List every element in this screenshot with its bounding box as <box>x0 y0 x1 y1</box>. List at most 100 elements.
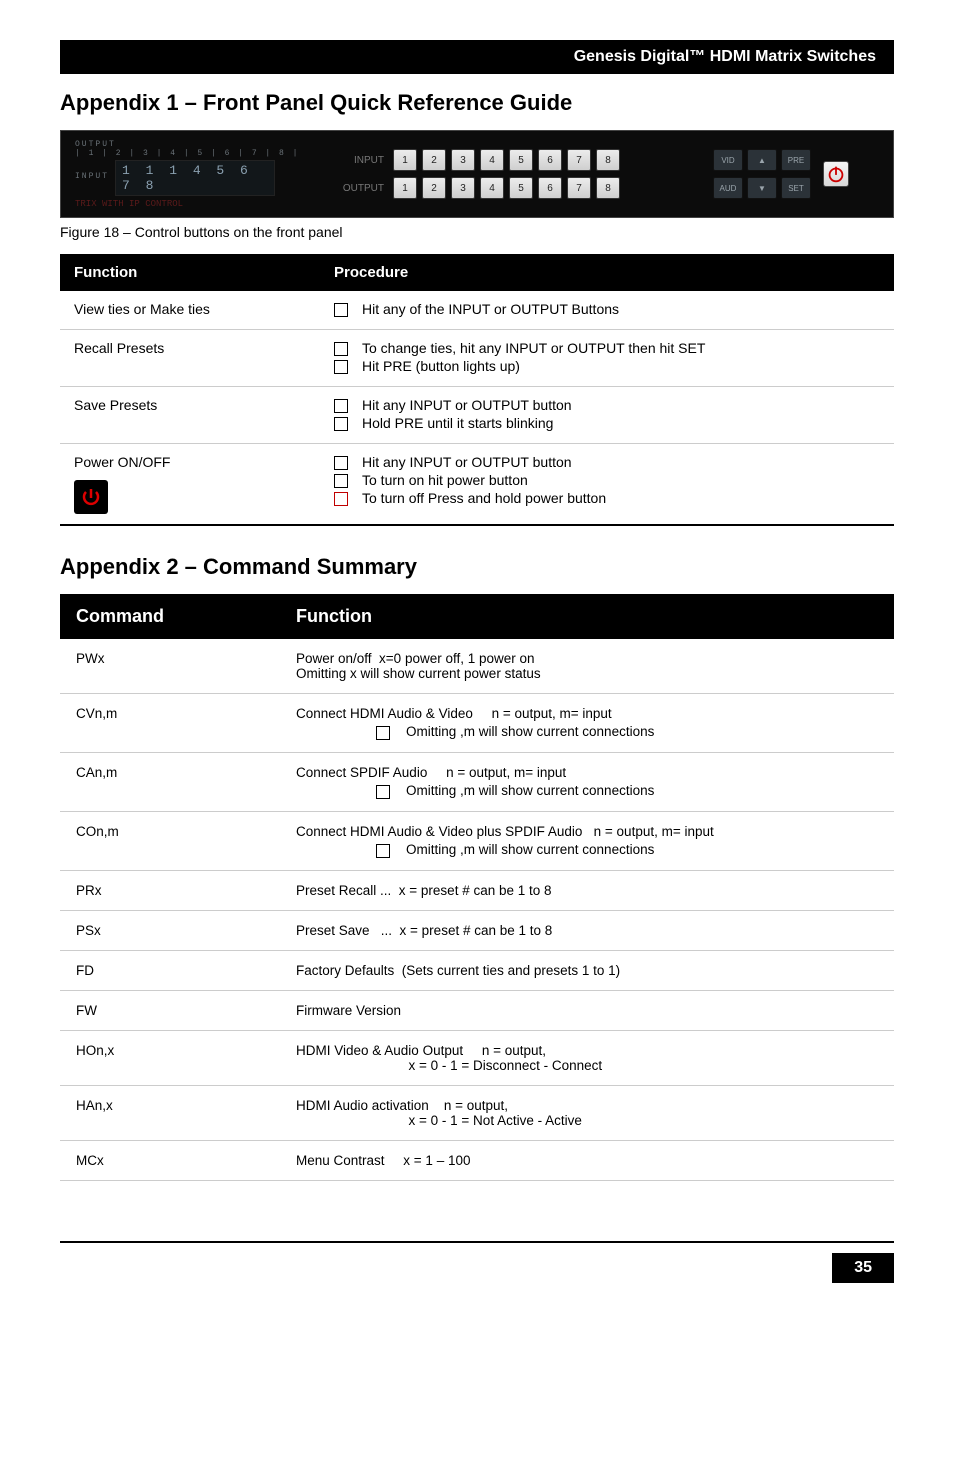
bullet-text: Hold PRE until it starts blinking <box>362 415 553 431</box>
checkbox-icon <box>334 342 348 356</box>
appendix2-title: Appendix 2 – Command Summary <box>60 554 894 580</box>
set-btn: SET <box>781 177 811 199</box>
bullet-text: To turn off Press and hold power button <box>362 490 606 506</box>
cmd-line: x = 0 - 1 = Not Active - Active <box>296 1113 878 1128</box>
cmd-name: FD <box>60 951 280 991</box>
cmd-line: HDMI Audio activation n = output, <box>296 1098 878 1113</box>
checkbox-icon <box>334 474 348 488</box>
func-row-proc: To change ties, hit any INPUT or OUTPUT … <box>320 330 894 387</box>
cmd-line: x = 0 - 1 = Disconnect - Connect <box>296 1058 878 1073</box>
func-row-label: Power ON/OFF <box>60 444 320 526</box>
checkbox-icon <box>376 726 390 740</box>
cmd-desc: Connect HDMI Audio & Video plus SPDIF Au… <box>280 812 894 871</box>
cmd-line: Firmware Version <box>296 1003 878 1018</box>
checkbox-icon <box>376 785 390 799</box>
panel-input-label: INPUT <box>75 172 109 181</box>
appendix1-title: Appendix 1 – Front Panel Quick Reference… <box>60 90 894 116</box>
panel-input-btn: 6 <box>538 149 562 171</box>
panel-input-btn: 8 <box>596 149 620 171</box>
panel-output-row: OUTPUT 1 2 3 4 5 6 7 8 <box>336 177 713 199</box>
panel-nav-area: VID ▲ PRE AUD ▼ SET <box>713 131 893 217</box>
power-icon <box>825 163 847 185</box>
cmd-name: MCx <box>60 1141 280 1181</box>
panel-output-btn: 4 <box>480 177 504 199</box>
cmd-line: Connect HDMI Audio & Video plus SPDIF Au… <box>296 824 878 839</box>
cmd-line: Menu Contrast x = 1 – 100 <box>296 1153 878 1168</box>
checkbox-icon <box>334 360 348 374</box>
cmd-col1: Command <box>60 594 280 639</box>
panel-power-button <box>823 161 849 187</box>
bullet-text: Hit any of the INPUT or OUTPUT Buttons <box>362 301 619 317</box>
panel-output-grid: | 1 | 2 | 3 | 4 | 5 | 6 | 7 | 8 | <box>75 149 316 158</box>
cmd-desc: Connect SPDIF Audio n = output, m= input… <box>280 753 894 812</box>
panel-output-btn: 3 <box>451 177 475 199</box>
function-table: Function Procedure View ties or Make tie… <box>60 254 894 526</box>
down-btn: ▼ <box>747 177 777 199</box>
cmd-name: HAn,x <box>60 1086 280 1141</box>
bullet-text: Omitting ,m will show current connection… <box>406 783 654 799</box>
checkbox-icon <box>334 303 348 317</box>
bullet-text: Hit PRE (button lights up) <box>362 358 520 374</box>
cmd-name: PWx <box>60 639 280 694</box>
panel-output-btn: 1 <box>393 177 417 199</box>
cmd-line: Preset Recall ... x = preset # can be 1 … <box>296 883 878 898</box>
up-btn: ▲ <box>747 149 777 171</box>
cmd-desc: Power on/off x=0 power off, 1 power onOm… <box>280 639 894 694</box>
cmd-line: Connect HDMI Audio & Video n = output, m… <box>296 706 878 721</box>
vid-btn: VID <box>713 149 743 171</box>
cmd-desc: Firmware Version <box>280 991 894 1031</box>
cmd-desc: Factory Defaults (Sets current ties and … <box>280 951 894 991</box>
panel-input-btn: 4 <box>480 149 504 171</box>
bullet-text: Omitting ,m will show current connection… <box>406 724 654 740</box>
panel-lcd-text: 1 1 1 4 5 6 7 8 <box>115 160 275 196</box>
bullet-text: Hit any INPUT or OUTPUT button <box>362 454 572 470</box>
cmd-desc: HDMI Audio activation n = output, x = 0 … <box>280 1086 894 1141</box>
checkbox-icon <box>334 456 348 470</box>
panel-input-row-label: INPUT <box>336 155 384 166</box>
bullet-text: Omitting ,m will show current connection… <box>406 842 654 858</box>
panel-output-row-label: OUTPUT <box>336 183 384 194</box>
front-panel-photo: OUTPUT | 1 | 2 | 3 | 4 | 5 | 6 | 7 | 8 |… <box>60 130 894 218</box>
panel-input-btn: 3 <box>451 149 475 171</box>
cmd-line: Power on/off x=0 power off, 1 power on <box>296 651 878 666</box>
cmd-desc: Connect HDMI Audio & Video n = output, m… <box>280 694 894 753</box>
cmd-desc: Preset Save ... x = preset # can be 1 to… <box>280 911 894 951</box>
cmd-line: Factory Defaults (Sets current ties and … <box>296 963 878 978</box>
func-row-label: Recall Presets <box>60 330 320 387</box>
doc-header-title: Genesis Digital™ HDMI Matrix Switches <box>574 48 876 66</box>
power-icon-cell <box>74 480 108 514</box>
cmd-name: CVn,m <box>60 694 280 753</box>
checkbox-icon <box>334 399 348 413</box>
cmd-name: COn,m <box>60 812 280 871</box>
func-row-label: Save Presets <box>60 387 320 444</box>
cmd-desc: Preset Recall ... x = preset # can be 1 … <box>280 871 894 911</box>
bullet-text: To change ties, hit any INPUT or OUTPUT … <box>362 340 705 356</box>
func-col2: Procedure <box>320 254 894 291</box>
cmd-col2: Function <box>280 594 894 639</box>
panel-input-row: INPUT 1 2 3 4 5 6 7 8 <box>336 149 713 171</box>
cmd-line: Connect SPDIF Audio n = output, m= input <box>296 765 878 780</box>
page-number: 35 <box>832 1253 894 1283</box>
cmd-line: HDMI Video & Audio Output n = output, <box>296 1043 878 1058</box>
doc-header-bar: Genesis Digital™ HDMI Matrix Switches <box>60 40 894 74</box>
figure-caption: Figure 18 – Control buttons on the front… <box>60 224 894 240</box>
checkbox-icon <box>376 844 390 858</box>
func-row-proc: Hit any of the INPUT or OUTPUT Buttons <box>320 291 894 330</box>
panel-output-btn: 2 <box>422 177 446 199</box>
panel-output-btn: 6 <box>538 177 562 199</box>
func-row-proc: Hit any INPUT or OUTPUT buttonTo turn on… <box>320 444 894 526</box>
page-footer: 35 <box>60 1241 894 1283</box>
bullet-text: Hit any INPUT or OUTPUT button <box>362 397 572 413</box>
panel-input-btn: 2 <box>422 149 446 171</box>
panel-output-btn: 8 <box>596 177 620 199</box>
panel-input-btn: 7 <box>567 149 591 171</box>
func-row-label: View ties or Make ties <box>60 291 320 330</box>
pre-btn: PRE <box>781 149 811 171</box>
cmd-name: PRx <box>60 871 280 911</box>
command-table: Command Function PWxPower on/off x=0 pow… <box>60 594 894 1181</box>
func-row-proc: Hit any INPUT or OUTPUT button Hold PRE u… <box>320 387 894 444</box>
checkbox-icon <box>334 417 348 431</box>
cmd-desc: Menu Contrast x = 1 – 100 <box>280 1141 894 1181</box>
cmd-line: Omitting x will show current power statu… <box>296 666 878 681</box>
panel-input-btn: 5 <box>509 149 533 171</box>
